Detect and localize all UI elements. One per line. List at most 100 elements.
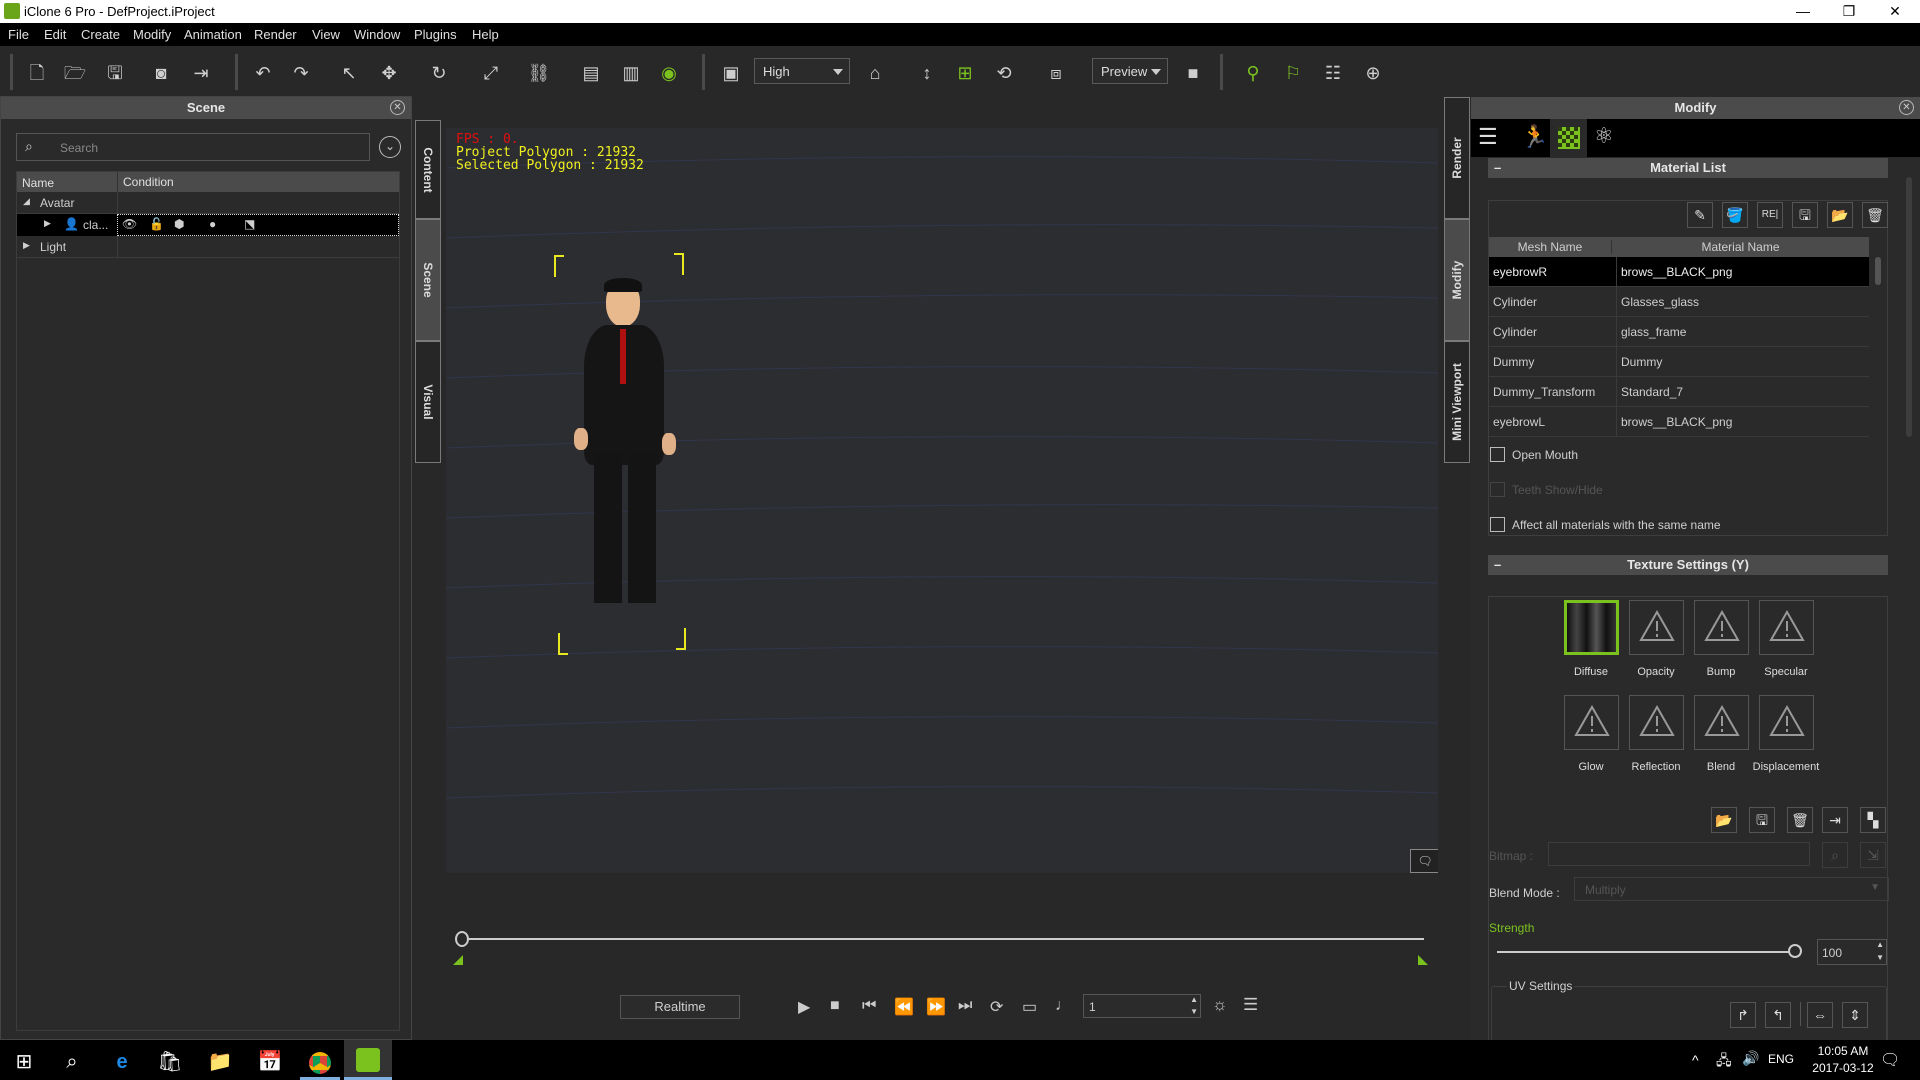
shadow-sphere-icon[interactable]: ● xyxy=(209,217,216,231)
spin-down-icon[interactable]: ▼ xyxy=(1190,1007,1198,1016)
tab-render[interactable]: Render xyxy=(1444,97,1470,219)
network-icon[interactable]: 🖧 xyxy=(1716,1050,1732,1074)
edge-browser-icon[interactable]: e xyxy=(102,1044,142,1080)
table-row[interactable]: eyebrowL brows__BLACK_png xyxy=(1489,407,1869,437)
collapsed-triangle-icon[interactable]: ▶ xyxy=(23,240,30,251)
start-marker-icon[interactable] xyxy=(453,955,463,965)
strength-input[interactable]: 100 ▲ ▼ xyxy=(1817,939,1887,965)
home-camera-icon[interactable]: ⌂ xyxy=(862,61,888,85)
calendar-icon[interactable]: 📅 xyxy=(250,1044,290,1080)
end-marker-icon[interactable] xyxy=(1418,955,1428,965)
tab-mini-viewport[interactable]: Mini Viewport xyxy=(1444,341,1470,463)
sliders-icon[interactable]: ☰ xyxy=(1478,124,1498,150)
save-material-icon[interactable]: 🖫 xyxy=(1792,202,1818,228)
pivot-icon[interactable]: ⊕ xyxy=(1360,61,1386,85)
open-mouth-checkbox[interactable] xyxy=(1490,447,1505,462)
visibility-eye-icon[interactable]: ◉ xyxy=(656,61,682,85)
close-button[interactable]: ✕ xyxy=(1872,0,1918,23)
rotate-uv-cw-icon[interactable]: ↱ xyxy=(1730,1002,1756,1028)
redo-icon[interactable]: ↷ xyxy=(288,61,314,85)
launch-editor-icon[interactable]: ⇥ xyxy=(1822,807,1848,833)
timeline-track[interactable] xyxy=(458,938,1424,940)
texture-slot-bump[interactable] xyxy=(1694,600,1749,655)
preview-icon[interactable]: ◙ xyxy=(148,61,174,85)
texture-slot-opacity[interactable] xyxy=(1629,600,1684,655)
timeline-playhead[interactable] xyxy=(455,931,469,947)
3d-viewport[interactable]: FPS : 0. Project Polygon : 21932 Selecte… xyxy=(446,128,1438,873)
frame-input[interactable]: 1 ▲ ▼ xyxy=(1083,994,1201,1018)
tray-chevron-icon[interactable]: ^ xyxy=(1692,1052,1699,1068)
column-condition[interactable]: Condition xyxy=(117,172,174,192)
motion-icon[interactable]: 🏃 xyxy=(1521,124,1548,150)
spin-up-icon[interactable]: ▲ xyxy=(1876,940,1884,949)
menu-help[interactable]: Help xyxy=(472,27,499,42)
fit-vertical-icon[interactable]: ↕ xyxy=(914,61,940,85)
iclone-taskbar-button[interactable] xyxy=(344,1040,392,1080)
column-name[interactable]: Name xyxy=(22,176,54,190)
flag-icon[interactable]: ⚐ xyxy=(1280,61,1306,85)
maximize-button[interactable]: ❐ xyxy=(1826,0,1872,23)
render-mode-dropdown[interactable]: Preview xyxy=(1092,58,1168,84)
close-icon[interactable]: ✕ xyxy=(1899,100,1914,115)
load-texture-icon[interactable]: 📂 xyxy=(1711,807,1737,833)
collapsed-triangle-icon[interactable]: ▶ xyxy=(44,218,51,229)
visible-eye-icon[interactable]: 👁 xyxy=(122,217,137,231)
tree-row-light[interactable]: ▶ Light xyxy=(17,236,399,258)
spin-down-icon[interactable]: ▼ xyxy=(1876,953,1884,962)
menu-plugins[interactable]: Plugins xyxy=(414,27,457,42)
rotate-icon[interactable]: ↻ xyxy=(426,61,452,85)
tree-row-avatar[interactable]: ◢ Avatar xyxy=(17,192,399,214)
tab-modify[interactable]: Modify xyxy=(1444,219,1470,341)
view-box-icon[interactable]: ⧈ xyxy=(1043,61,1069,85)
table-row[interactable]: Cylinder Glasses_glass xyxy=(1489,287,1869,317)
menu-view[interactable]: View xyxy=(312,27,340,42)
cube-render-icon[interactable]: ⬢ xyxy=(174,217,184,231)
save-texture-icon[interactable]: 🖫 xyxy=(1749,807,1775,833)
scale-icon[interactable]: ⤢ xyxy=(478,61,504,85)
expanded-triangle-icon[interactable]: ◢ xyxy=(23,196,30,207)
close-icon[interactable]: ✕ xyxy=(390,100,405,115)
camera-icon[interactable]: ■ xyxy=(1180,61,1206,85)
comment-icon[interactable]: 🗨 xyxy=(1410,849,1438,873)
load-material-icon[interactable]: 📂 xyxy=(1827,202,1853,228)
volume-icon[interactable]: 🔊 xyxy=(1742,1050,1759,1067)
play-icon[interactable]: ▶ xyxy=(798,997,810,1017)
strength-slider-track[interactable] xyxy=(1497,951,1795,953)
rename-icon[interactable]: RE| xyxy=(1757,202,1783,228)
open-folder-icon[interactable]: 🗁 xyxy=(62,61,88,85)
clock[interactable]: 10:05 AM 2017-03-12 xyxy=(1802,1044,1884,1075)
table-row[interactable]: Cylinder glass_frame xyxy=(1489,317,1869,347)
music-note-icon[interactable]: ♩ xyxy=(1055,997,1071,1015)
physics-atom-icon[interactable]: ⚛ xyxy=(1594,123,1614,149)
pose-icon[interactable]: ⚲ xyxy=(1240,61,1266,85)
new-file-icon[interactable]: 🗋 xyxy=(24,61,50,85)
skip-start-icon[interactable]: ⏮ xyxy=(862,997,876,1015)
tree-row-character[interactable]: ▶ 👤 cla... 👁 🔓 ⬢ ● ⬔ xyxy=(17,214,399,236)
texture-slot-specular[interactable] xyxy=(1759,600,1814,655)
export-icon[interactable]: ⇥ xyxy=(188,61,214,85)
lod-icon[interactable]: ⬔ xyxy=(244,217,255,231)
align-right-icon[interactable]: ▥ xyxy=(618,61,644,85)
store-icon[interactable]: 🛍 xyxy=(150,1044,190,1080)
menu-file[interactable]: File xyxy=(8,27,29,42)
loop-icon[interactable]: ⟳ xyxy=(990,997,1003,1017)
texture-settings-header[interactable]: – Texture Settings (Y) xyxy=(1488,555,1888,575)
menu-modify[interactable]: Modify xyxy=(133,27,171,42)
texture-slot-reflection[interactable] xyxy=(1629,695,1684,750)
quality-dropdown[interactable]: High xyxy=(754,58,850,84)
tab-visual[interactable]: Visual xyxy=(415,341,441,463)
windows-start-icon[interactable]: ⊞ xyxy=(4,1044,44,1080)
subtitle-icon[interactable]: ▭ xyxy=(1022,997,1037,1017)
sun-icon[interactable]: ☼ xyxy=(1212,995,1228,1015)
stop-icon[interactable]: ■ xyxy=(830,997,840,1015)
avatar-character[interactable] xyxy=(546,253,706,673)
panel-scrollbar[interactable] xyxy=(1906,177,1912,437)
timeline-list-icon[interactable]: ☷ xyxy=(1320,61,1346,85)
menu-edit[interactable]: Edit xyxy=(44,27,66,42)
timeline-panel-icon[interactable]: ☰ xyxy=(1243,995,1258,1015)
delete-icon[interactable]: 🗑 xyxy=(1862,202,1888,228)
window-layout-icon[interactable]: ▣ xyxy=(718,61,744,85)
link-icon[interactable]: ⛓ xyxy=(526,61,552,85)
texture-slot-glow[interactable] xyxy=(1564,695,1619,750)
menu-render[interactable]: Render xyxy=(254,27,297,42)
